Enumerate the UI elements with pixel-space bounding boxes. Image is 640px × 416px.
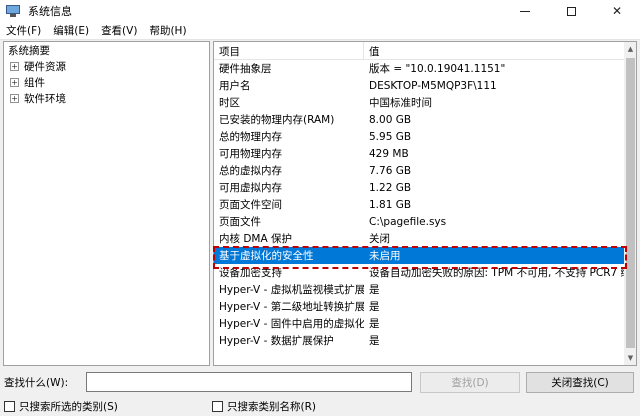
window-title: 系统信息 — [28, 5, 72, 18]
row-item-value: 设备自动加密失败的原因: TPM 不可用, 不支持 PCR7 绑定, — [369, 267, 624, 279]
row-item-value: 1.22 GB — [369, 181, 412, 194]
row-item-value: DESKTOP-M5MQP3F\111 — [369, 79, 497, 92]
search-bar: 查找什么(W): 查找(D) 关闭查找(C) — [0, 370, 640, 394]
row-item-name: 已安装的物理内存(RAM) — [219, 114, 335, 126]
row-item-name: Hyper-V - 第二级地址转换扩展 — [219, 301, 364, 313]
table-row[interactable]: 可用虚拟内存 1.22 GB — [214, 179, 624, 196]
row-item-name: 总的虚拟内存 — [219, 165, 282, 177]
tree-item-software-environment[interactable]: + 软件环境 — [4, 90, 209, 106]
search-label: 查找什么(W): — [4, 377, 69, 389]
menu-view[interactable]: 查看(V) — [95, 23, 143, 38]
row-item-value: 关闭 — [369, 233, 390, 245]
expand-icon[interactable]: + — [10, 93, 19, 103]
row-item-name: 页面文件空间 — [219, 199, 282, 211]
search-selected-category-checkbox[interactable]: 只搜索所选的类别(S) — [4, 399, 118, 414]
row-item-value: 中国标准时间 — [369, 97, 432, 109]
table-row[interactable]: 内核 DMA 保护 关闭 — [214, 230, 624, 247]
close-icon: ✕ — [611, 4, 623, 18]
table-row[interactable]: Hyper-V - 第二级地址转换扩展是 — [214, 298, 624, 315]
row-item-value: 8.00 GB — [369, 113, 412, 126]
table-row[interactable]: Hyper-V - 虚拟机监视模式扩展是 — [214, 281, 624, 298]
table-row[interactable]: 用户名 DESKTOP-M5MQP3F\111 — [214, 77, 624, 94]
details-list[interactable]: 项目 值 硬件抽象层 版本 = "10.0.19041.1151" 用户名 DESKT… — [213, 41, 637, 366]
menu-help[interactable]: 帮助(H) — [143, 23, 192, 38]
row-item-value: 未启用 — [369, 250, 401, 262]
checkbox-label: 只搜索所选的类别(S) — [19, 401, 118, 413]
system-info-icon — [6, 5, 20, 17]
list-rows: 硬件抽象层 版本 = "10.0.19041.1151" 用户名 DESKTOP-M5… — [214, 60, 624, 349]
menu-edit[interactable]: 编辑(E) — [47, 23, 95, 38]
table-row[interactable]: 硬件抽象层 版本 = "10.0.19041.1151" — [214, 60, 624, 77]
table-row[interactable]: 可用物理内存 429 MB — [214, 145, 624, 162]
checkbox-box[interactable] — [4, 401, 15, 412]
table-row[interactable]: 设备加密支持 设备自动加密失败的原因: TPM 不可用, 不支持 PCR7 绑定, — [214, 264, 624, 281]
table-row[interactable]: 总的虚拟内存 7.76 GB — [214, 162, 624, 179]
list-header: 项目 值 — [214, 42, 624, 60]
row-item-value: 是 — [369, 335, 380, 347]
row-item-value: 429 MB — [369, 147, 409, 160]
row-item-name: 基于虚拟化的安全性 — [219, 250, 314, 262]
row-item-name: 硬件抽象层 — [219, 63, 272, 75]
row-item-name: 页面文件 — [219, 216, 261, 228]
row-item-value: 1.81 GB — [369, 198, 412, 211]
row-item-value: 是 — [369, 318, 380, 330]
row-item-name: 时区 — [219, 97, 240, 109]
tree-item-system-summary[interactable]: 系统摘要 — [4, 42, 209, 58]
expand-icon[interactable]: + — [10, 61, 19, 71]
tree-item-hardware-resources[interactable]: + 硬件资源 — [4, 58, 209, 74]
tree-item-label: 系统摘要 — [8, 44, 50, 57]
row-item-name: Hyper-V - 数据扩展保护 — [219, 335, 334, 347]
row-item-name: 内核 DMA 保护 — [219, 233, 293, 245]
title-bar[interactable]: 系统信息 ✕ — [0, 0, 640, 22]
search-options: 只搜索所选的类别(S) 只搜索类别名称(R) — [0, 396, 640, 416]
row-item-value: 5.95 GB — [369, 130, 412, 143]
checkbox-box[interactable] — [212, 401, 223, 412]
maximize-icon — [566, 6, 576, 16]
row-item-value: 7.76 GB — [369, 164, 412, 177]
row-item-value: 是 — [369, 301, 380, 313]
table-row[interactable]: 基于虚拟化的安全性 未启用 — [214, 247, 624, 264]
search-input[interactable] — [86, 372, 412, 392]
column-header-value[interactable]: 值 — [364, 42, 624, 60]
maximize-button[interactable] — [548, 0, 594, 22]
row-item-value: 是 — [369, 284, 380, 296]
table-row[interactable]: Hyper-V - 固件中启用的虚拟化是 — [214, 315, 624, 332]
minimize-button[interactable] — [502, 0, 548, 22]
row-item-name: Hyper-V - 虚拟机监视模式扩展 — [219, 284, 364, 296]
row-item-name: 可用物理内存 — [219, 148, 282, 160]
minimize-icon — [520, 10, 530, 12]
menu-file[interactable]: 文件(F) — [0, 23, 47, 38]
table-row[interactable]: 已安装的物理内存(RAM) 8.00 GB — [214, 111, 624, 128]
tree-item-components[interactable]: + 组件 — [4, 74, 209, 90]
scroll-thumb[interactable] — [626, 58, 635, 348]
column-header-item[interactable]: 项目 — [214, 42, 364, 60]
tree-item-label: 组件 — [24, 76, 45, 89]
table-row[interactable]: Hyper-V - 数据扩展保护 是 — [214, 332, 624, 349]
table-row[interactable]: 时区 中国标准时间 — [214, 94, 624, 111]
category-tree[interactable]: 系统摘要 + 硬件资源 + 组件 + 软件环境 — [3, 41, 210, 366]
row-item-value: C:\pagefile.sys — [369, 215, 447, 228]
find-button[interactable]: 查找(D) — [420, 372, 520, 393]
table-row[interactable]: 总的物理内存 5.95 GB — [214, 128, 624, 145]
scroll-up-icon[interactable]: ▲ — [624, 42, 636, 56]
menu-bar: 文件(F) 编辑(E) 查看(V) 帮助(H) — [0, 22, 640, 40]
search-category-names-checkbox[interactable]: 只搜索类别名称(R) — [212, 399, 316, 414]
close-find-button[interactable]: 关闭查找(C) — [526, 372, 634, 393]
row-item-name: 总的物理内存 — [219, 131, 282, 143]
table-row[interactable]: 页面文件空间 1.81 GB — [214, 196, 624, 213]
close-button[interactable]: ✕ — [594, 0, 640, 22]
scroll-down-icon[interactable]: ▼ — [624, 351, 636, 365]
row-item-name: Hyper-V - 固件中启用的虚拟化 — [219, 318, 364, 330]
row-item-name: 用户名 — [219, 80, 251, 92]
table-row[interactable]: 页面文件 C:\pagefile.sys — [214, 213, 624, 230]
row-item-name: 设备加密支持 — [219, 267, 282, 279]
row-item-name: 可用虚拟内存 — [219, 182, 282, 194]
tree-item-label: 软件环境 — [24, 92, 66, 105]
tree-item-label: 硬件资源 — [24, 60, 66, 73]
vertical-scrollbar[interactable]: ▲ ▼ — [624, 42, 636, 365]
row-item-value: 版本 = "10.0.19041.1151" — [369, 63, 506, 75]
checkbox-label: 只搜索类别名称(R) — [227, 401, 316, 413]
expand-icon[interactable]: + — [10, 77, 19, 87]
